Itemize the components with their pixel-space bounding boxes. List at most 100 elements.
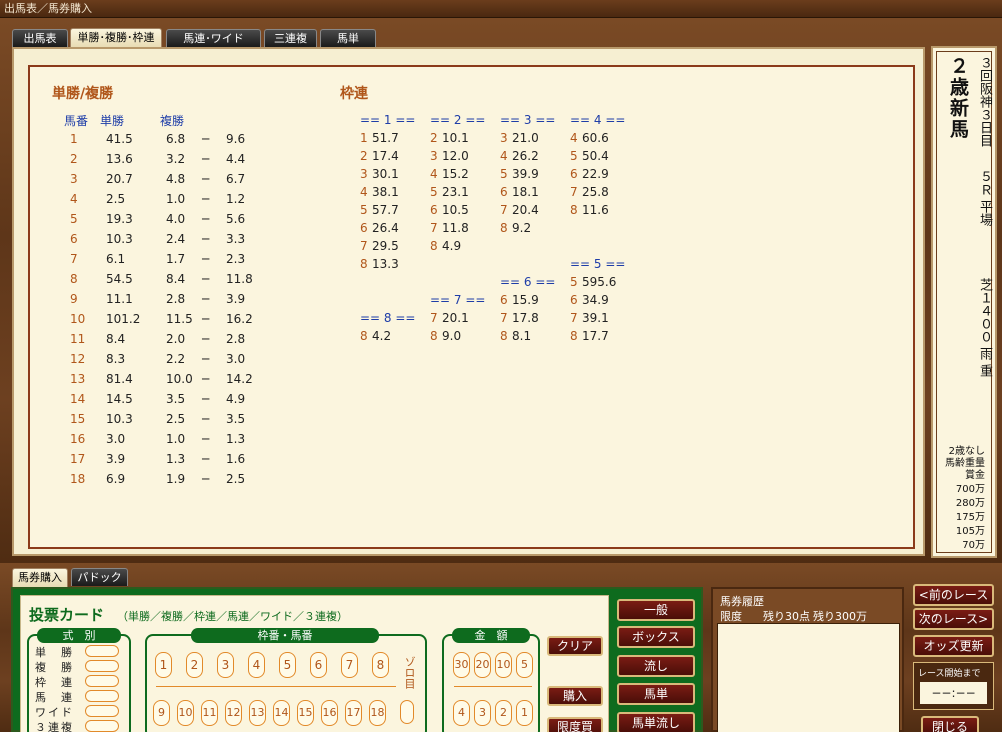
amount-button[interactable]: 2 xyxy=(495,700,512,726)
bracket-pair-number: 1 xyxy=(360,131,368,145)
bet-type-toggle[interactable] xyxy=(85,705,119,717)
bracket-pair-number: 8 xyxy=(570,203,578,217)
dash: ─ xyxy=(202,352,210,366)
bet-type-toggle[interactable] xyxy=(85,645,119,657)
mode-button[interactable]: 一般 xyxy=(617,599,695,621)
bracket-odds: 17.8 xyxy=(512,311,539,325)
horse-number-button[interactable]: 15 xyxy=(297,700,314,726)
bracket-odds: 60.6 xyxy=(582,131,609,145)
next-race-button[interactable]: 次のレース> xyxy=(913,608,994,630)
horse-number-button[interactable]: 4 xyxy=(248,652,265,678)
horse-number: 17 xyxy=(70,452,86,466)
win-odds: 11.1 xyxy=(106,292,133,306)
bracket-odds: 4.9 xyxy=(442,239,462,253)
mode-button[interactable]: 馬単 xyxy=(617,683,695,705)
horse-number-button[interactable]: 8 xyxy=(372,652,389,678)
horse-number-button[interactable]: 10 xyxy=(177,700,194,726)
close-button[interactable]: 閉じる xyxy=(921,716,979,732)
bracket-odds: 26.2 xyxy=(512,149,539,163)
clear-button[interactable]: クリア xyxy=(547,636,603,656)
bracket-header: == 2 == xyxy=(430,113,486,127)
win-odds: 20.7 xyxy=(106,172,133,186)
tab-win-place-bracket[interactable]: 単勝･複勝･枠連 xyxy=(70,28,162,47)
bracket-pair-number: 8 xyxy=(500,221,508,235)
zorome-toggle[interactable] xyxy=(400,700,414,724)
countdown-box: レース開始まで −−:−− xyxy=(913,662,994,710)
tab-paddock[interactable]: パドック xyxy=(71,568,128,586)
horse-no-header: 馬番 xyxy=(64,114,89,128)
tab-quinella-wide[interactable]: 馬連･ワイド xyxy=(166,29,261,47)
horse-number-button[interactable]: 13 xyxy=(249,700,266,726)
bet-type-toggle[interactable] xyxy=(85,675,119,687)
horse-number: 15 xyxy=(70,412,86,426)
amount-button[interactable]: 4 xyxy=(453,700,470,726)
horse-number: 4 xyxy=(70,192,78,206)
place-odds-high: 11.8 xyxy=(226,272,253,286)
prize-1: 700万 xyxy=(955,484,985,495)
tab-entries[interactable]: 出馬表 xyxy=(12,29,68,47)
mode-button[interactable]: 流し xyxy=(617,655,695,677)
horse-number-button[interactable]: 3 xyxy=(217,652,234,678)
bracket-pair-number: 3 xyxy=(430,149,438,163)
bracket-odds: 25.8 xyxy=(582,185,609,199)
amount-button[interactable]: 30 xyxy=(453,652,470,678)
horse-number-button[interactable]: 16 xyxy=(321,700,338,726)
mode-button[interactable]: 馬単流し xyxy=(617,712,695,732)
tab-exacta[interactable]: 馬単 xyxy=(320,29,376,47)
tab-trio[interactable]: 三連複 xyxy=(264,29,317,47)
place-odds-low: 2.4 xyxy=(166,232,186,246)
card-subtitle: （単勝／複勝／枠連／馬連／ワイド／３連複） xyxy=(117,610,348,623)
bracket-pair-number: 6 xyxy=(570,293,578,307)
horse-number-button[interactable]: 14 xyxy=(273,700,290,726)
horse-number-button[interactable]: 1 xyxy=(155,652,172,678)
horse-number-button[interactable]: 6 xyxy=(310,652,327,678)
horse-number-button[interactable]: 5 xyxy=(279,652,296,678)
bet-type-toggle[interactable] xyxy=(85,720,119,732)
amount-button[interactable]: 3 xyxy=(474,700,491,726)
bet-type-toggle[interactable] xyxy=(85,690,119,702)
prev-race-button[interactable]: <前のレース xyxy=(913,584,994,606)
horse-number-button[interactable]: 9 xyxy=(153,700,170,726)
horse-number: 6 xyxy=(70,232,78,246)
bracket-title: 枠連 xyxy=(340,86,368,102)
tab-bet-purchase[interactable]: 馬券購入 xyxy=(12,568,68,587)
place-odds-high: 5.6 xyxy=(226,212,246,226)
place-odds-low: 2.5 xyxy=(166,412,186,426)
bracket-pair-number: 7 xyxy=(430,221,438,235)
bracket-odds: 38.1 xyxy=(372,185,399,199)
amount-button[interactable]: 1 xyxy=(516,700,533,726)
bracket-pair-number: 5 xyxy=(430,185,438,199)
win-odds: 6.1 xyxy=(106,252,126,266)
bracket-odds: 17.4 xyxy=(372,149,399,163)
bracket-odds: 21.0 xyxy=(512,131,539,145)
place-odds-low: 4.8 xyxy=(166,172,186,186)
place-odds-low: 4.0 xyxy=(166,212,186,226)
place-odds-low: 3.5 xyxy=(166,392,186,406)
race-condition-1: 2歳なし xyxy=(948,446,985,457)
bet-type-toggle[interactable] xyxy=(85,660,119,672)
bracket-pair-number: 7 xyxy=(570,311,578,325)
horse-number-button[interactable]: 7 xyxy=(341,652,358,678)
amount-button[interactable]: 20 xyxy=(474,652,491,678)
bracket-pair-number: 5 xyxy=(360,203,368,217)
amount-button[interactable]: 5 xyxy=(516,652,533,678)
limit-buy-button[interactable]: 限度買 xyxy=(547,717,603,732)
horse-number: 11 xyxy=(70,332,86,346)
bracket-odds: 8.1 xyxy=(512,329,532,343)
bracket-odds: 15.9 xyxy=(512,293,539,307)
horse-number-button[interactable]: 11 xyxy=(201,700,218,726)
history-amount: 残り300万 xyxy=(813,610,867,623)
horse-number-button[interactable]: 12 xyxy=(225,700,242,726)
bracket-pair-number: 7 xyxy=(570,185,578,199)
amount-button[interactable]: 10 xyxy=(495,652,512,678)
buy-button[interactable]: 購入 xyxy=(547,686,603,706)
place-odds-high: 4.4 xyxy=(226,152,246,166)
horse-number-button[interactable]: 2 xyxy=(186,652,203,678)
horse-number-button[interactable]: 17 xyxy=(345,700,362,726)
place-odds-high: 3.3 xyxy=(226,232,246,246)
odds-update-button[interactable]: オッズ更新 xyxy=(913,635,994,657)
horse-number-button[interactable]: 18 xyxy=(369,700,386,726)
mode-button[interactable]: ボックス xyxy=(617,626,695,648)
bracket-odds: 4.2 xyxy=(372,329,392,343)
bracket-pair-number: 4 xyxy=(360,185,368,199)
